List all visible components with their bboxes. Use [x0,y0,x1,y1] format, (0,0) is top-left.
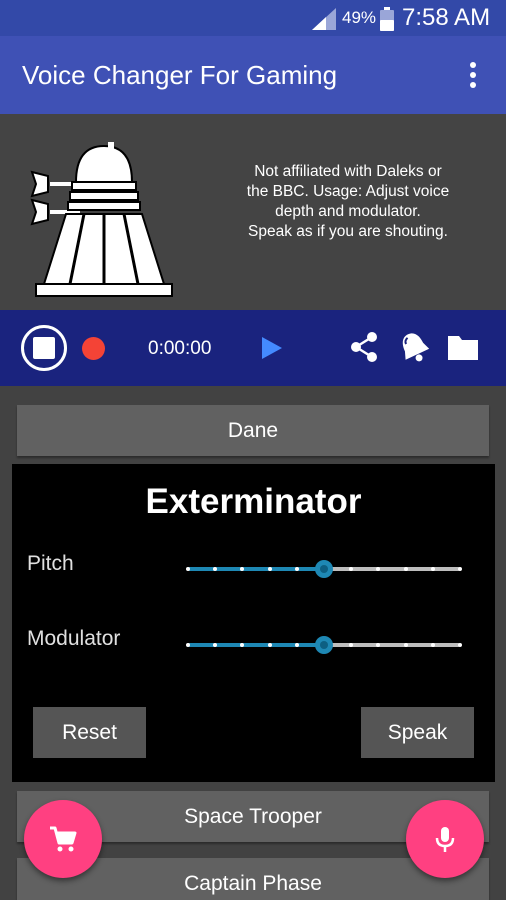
more-vert-icon[interactable] [458,58,488,92]
slider-tick [403,643,408,647]
battery-percent: 49% [342,8,377,27]
share-icon[interactable] [348,331,380,363]
pitch-slider[interactable] [186,559,462,579]
speak-button[interactable]: Speak [361,707,474,758]
play-icon[interactable] [258,335,284,361]
status-time: 7:58 AM [402,4,491,31]
slider-tick [458,643,462,647]
slider-tick [186,567,190,571]
slider-tick [294,567,299,571]
reset-button[interactable]: Reset [33,707,146,758]
shop-fab[interactable] [24,800,102,878]
status-bar: 49% 7:58 AM [0,0,506,36]
panel-title: Exterminator [145,482,362,521]
modulator-slider-thumb[interactable] [315,636,333,654]
folder-icon[interactable] [446,332,480,362]
modulator-slider[interactable] [186,635,462,655]
cart-icon [50,826,77,852]
player-bar: 0:00:00 [0,310,506,386]
slider-tick [403,567,408,571]
slider-tick [430,567,435,571]
slider-tick [267,567,272,571]
stop-icon[interactable] [21,325,67,371]
mic-icon [435,827,455,852]
pitch-slider-fill [188,567,324,571]
disclaimer-text: Not affiliated with Daleks or the BBC. U… [246,163,450,240]
voice-control-panel: Exterminator Pitch Modulator Reset Speak [12,464,495,782]
slider-tick [430,643,435,647]
bell-icon[interactable] [396,329,432,365]
pitch-slider-thumb[interactable] [315,560,333,578]
timer: 0:00:00 [148,338,212,359]
record-icon[interactable] [82,337,105,360]
slider-tick [267,643,272,647]
slider-tick [458,567,462,571]
signal-icon [312,8,336,30]
mic-fab[interactable] [406,800,484,878]
app-bar: Voice Changer For Gaming [0,36,506,114]
header-area: Not affiliated with Daleks or the BBC. U… [0,114,506,310]
modulator-slider-fill [188,643,324,647]
dalek-icon [30,142,173,297]
voice-button-dane[interactable]: Dane [17,405,489,456]
pitch-label: Pitch [27,552,74,575]
slider-tick [186,643,190,647]
app-title: Voice Changer For Gaming [22,60,338,90]
battery-icon [380,7,394,31]
modulator-label: Modulator [27,627,121,650]
slider-tick [294,643,299,647]
